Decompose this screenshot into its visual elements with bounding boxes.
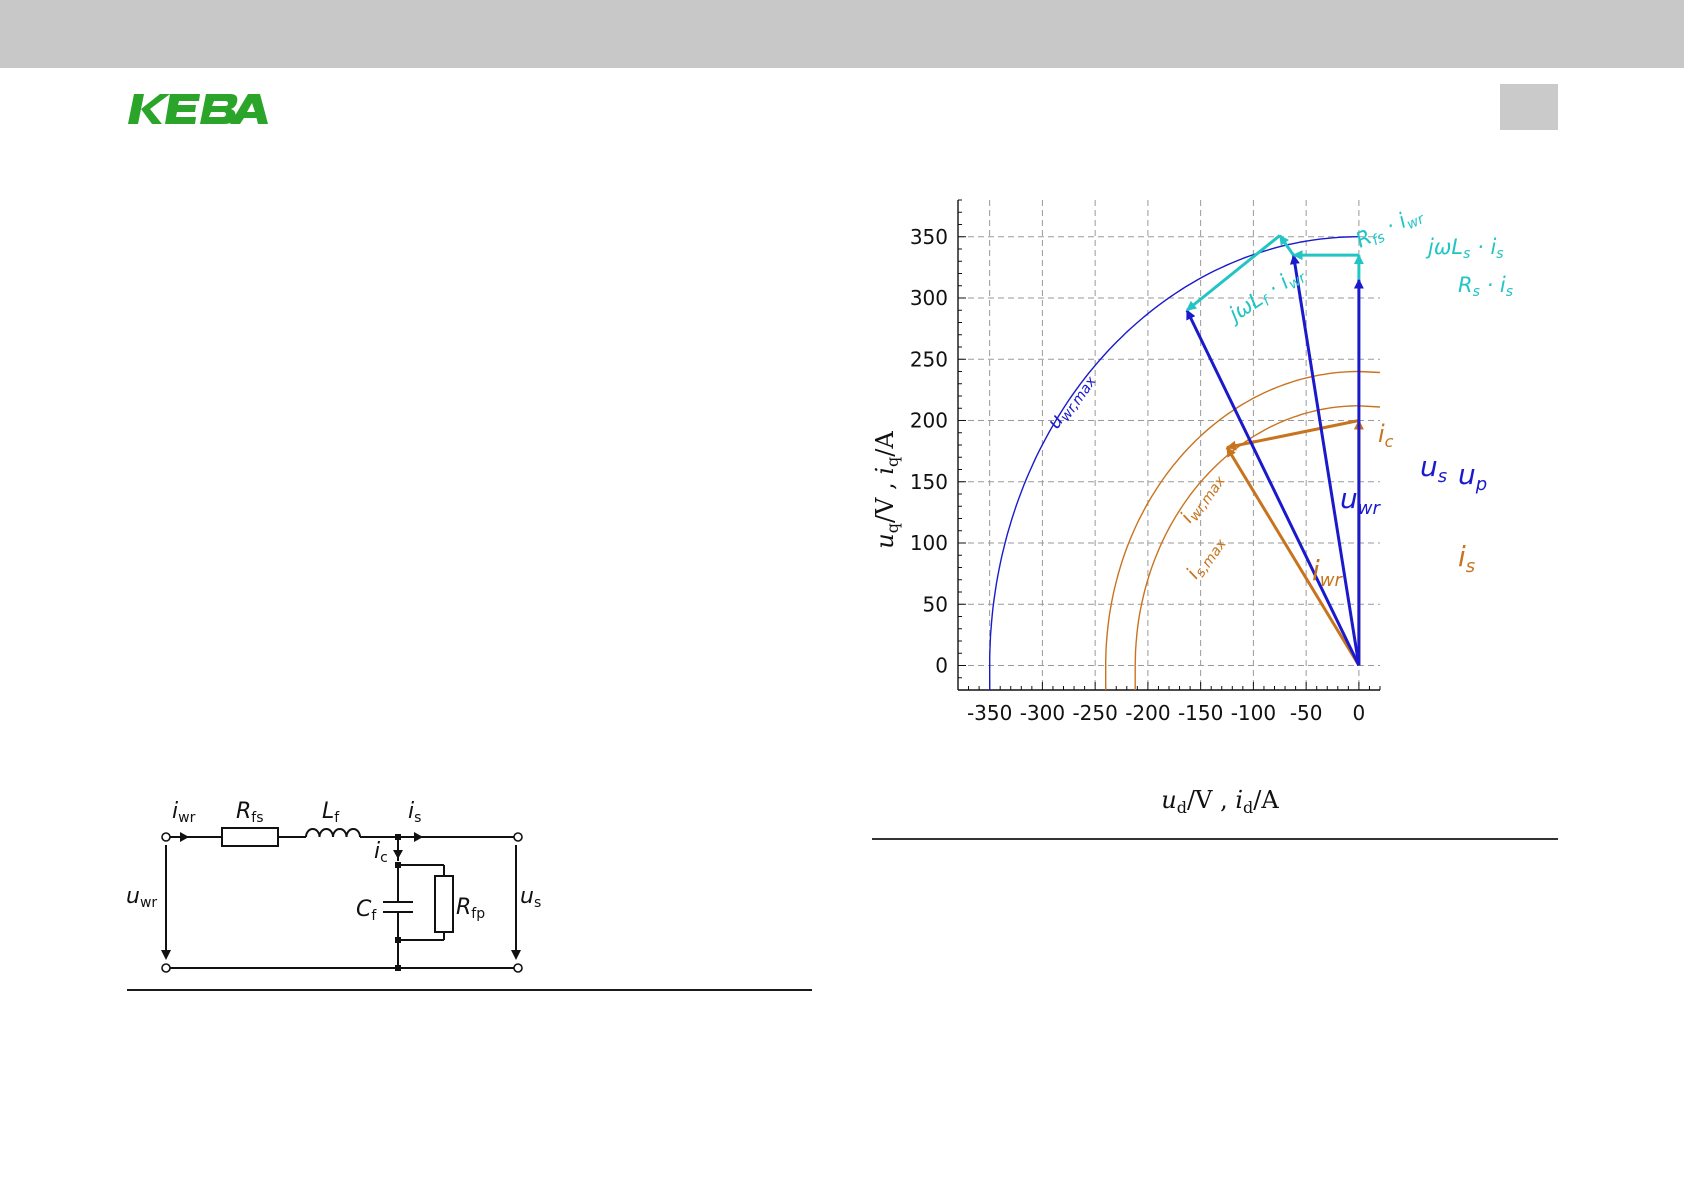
terminal-left-top xyxy=(161,832,171,842)
x-tick-label: -300 xyxy=(1020,701,1065,725)
label-iwr-max: iwr,max xyxy=(1176,468,1229,529)
chart-axes: -350 -300 -250 -200 -150 -100 -50 0 0 50 100 150 200… xyxy=(910,199,1381,725)
terminal-right-bottom xyxy=(513,963,523,973)
y-tick-label: 200 xyxy=(910,409,948,433)
y-tick-label: 350 xyxy=(910,225,948,249)
label-u-wr: uwr xyxy=(126,884,157,911)
resistor-rfs xyxy=(221,827,279,847)
resistor-rfp xyxy=(434,875,454,933)
terminal-left-bottom xyxy=(161,963,171,973)
label-is-max: is,max xyxy=(1182,531,1230,585)
x-tick-label: -150 xyxy=(1178,701,1223,725)
label-us: us xyxy=(1420,450,1447,487)
y-tick-label: 50 xyxy=(923,592,948,616)
y-axis-title: uq/V , iq/A xyxy=(871,431,902,549)
keba-logo xyxy=(128,94,268,124)
x-axis-title: ud/V , id/A xyxy=(1161,786,1279,817)
y-tick-label: 100 xyxy=(910,531,948,555)
y-tick-label: 0 xyxy=(935,654,948,678)
y-tick-label: 150 xyxy=(910,470,948,494)
phasor-diagram: -350 -300 -250 -200 -150 -100 -50 0 0 50 100 150 200… xyxy=(871,199,1513,817)
left-section-rule xyxy=(127,989,812,991)
x-tick-label: -50 xyxy=(1290,701,1323,725)
label-r-fp: Rfp xyxy=(456,895,485,922)
label-is: is xyxy=(1458,540,1475,577)
page-corner-box xyxy=(1500,84,1558,130)
right-section-rule xyxy=(872,838,1558,840)
top-header-bar xyxy=(0,0,1684,68)
label-jwls-is: jωLs · is xyxy=(1425,235,1504,262)
terminal-right-top xyxy=(513,832,523,842)
label-l-f: Lf xyxy=(322,799,340,826)
filter-circuit-diagram: iwr Rfs Lf is ic Cf Rfp uwr us xyxy=(126,799,541,973)
label-uwr: uwr xyxy=(1340,482,1381,519)
x-tick-label: 0 xyxy=(1353,701,1366,725)
label-iwr: iwr xyxy=(1312,554,1344,591)
label-i-s: is xyxy=(408,799,421,826)
inductor-lf xyxy=(305,828,361,838)
label-ic: ic xyxy=(1378,420,1394,451)
limit-circle-ismax xyxy=(1134,405,1381,690)
label-c-f: Cf xyxy=(356,897,377,924)
chart-grid xyxy=(958,200,1380,690)
label-u-s: us xyxy=(520,884,541,911)
x-tick-label: -100 xyxy=(1231,701,1276,725)
label-r-fs: Rfs xyxy=(236,799,264,826)
y-tick-label: 300 xyxy=(910,286,948,310)
x-tick-label: -200 xyxy=(1125,701,1170,725)
y-tick-label: 250 xyxy=(910,347,948,371)
label-rs-is: Rs · is xyxy=(1458,273,1513,300)
vector-rfsiwr xyxy=(1278,234,1295,256)
label-rfs-iwr: Rfs · iwr xyxy=(1352,201,1428,256)
label-i-wr: iwr xyxy=(172,799,196,826)
limit-circles xyxy=(989,236,1381,690)
x-tick-label: -250 xyxy=(1072,701,1117,725)
label-up: up xyxy=(1458,458,1487,495)
x-tick-label: -350 xyxy=(967,701,1012,725)
vector-iwr xyxy=(1225,446,1361,667)
label-uwr-max: uwr,max xyxy=(1043,368,1100,434)
label-i-c: ic xyxy=(374,839,388,866)
